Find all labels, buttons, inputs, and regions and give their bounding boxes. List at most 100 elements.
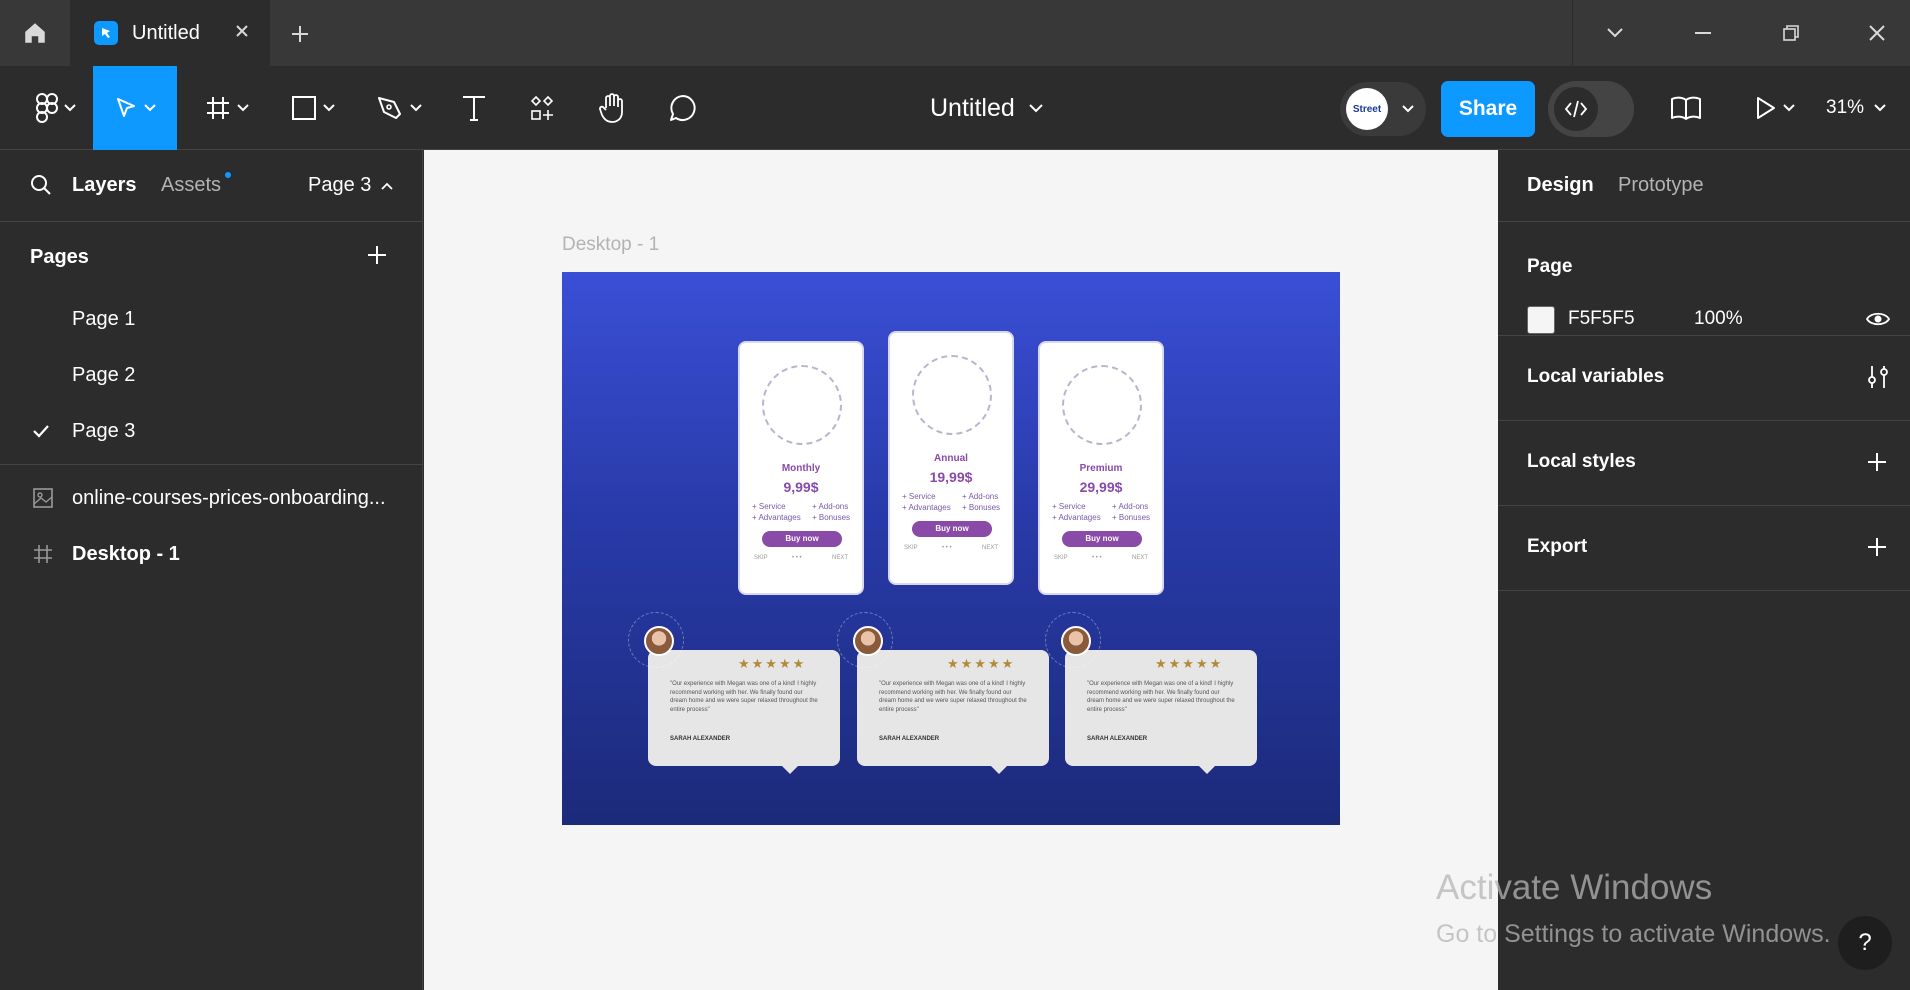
plan-feature: + Add-ons [812, 502, 849, 511]
code-icon [1554, 87, 1598, 131]
add-export-icon[interactable] [1866, 536, 1888, 563]
restore-button[interactable] [1748, 0, 1834, 66]
dev-mode-toggle[interactable] [1548, 81, 1634, 137]
course-illustration-icon [762, 365, 842, 445]
page-opacity[interactable]: 100% [1694, 308, 1743, 330]
local-variables-title: Local variables [1527, 366, 1665, 387]
pen-tool-button[interactable] [364, 66, 434, 150]
page-item-2[interactable]: Page 2 [0, 348, 422, 404]
local-variables-section[interactable]: Local variables [1498, 336, 1910, 421]
plan-feature: + Service [1052, 502, 1086, 511]
frame-tool-button[interactable] [192, 66, 262, 150]
layer-item-frame[interactable]: Desktop - 1 [0, 527, 422, 583]
tabs-dropdown-button[interactable] [1572, 0, 1658, 66]
desktop-frame[interactable]: Monthly 9,99$ + Service + Advantages + Ad… [562, 272, 1340, 825]
figma-app: Untitled Untitled Street Share 31% Layer… [0, 0, 1910, 990]
share-button[interactable]: Share [1441, 81, 1535, 137]
right-panel-tabs: Design Prototype [1498, 150, 1910, 222]
plan-feature: + Bonuses [962, 503, 1001, 512]
page-color-swatch[interactable] [1527, 306, 1555, 334]
plan-name: Premium [1079, 463, 1123, 474]
divider [0, 464, 422, 465]
plan-feature: + Add-ons [962, 492, 999, 501]
library-button[interactable] [1656, 66, 1716, 150]
layer-item-image[interactable]: online-courses-prices-onboarding... [0, 471, 422, 527]
frame-icon [207, 97, 229, 119]
comment-tool-button[interactable] [650, 66, 716, 150]
document-title[interactable]: Untitled [930, 66, 1043, 150]
course-illustration-icon [912, 355, 992, 435]
chevron-down-icon [1607, 28, 1623, 38]
tab-design[interactable]: Design [1527, 174, 1594, 197]
toolbar: Untitled Street Share 31% [0, 66, 1910, 150]
present-button[interactable] [1740, 66, 1810, 150]
left-panel: Layers Assets Page 3 Pages Page 1 Page 2… [0, 150, 423, 990]
search-icon[interactable] [30, 174, 52, 201]
testimonial-avatar-badge [837, 612, 893, 668]
pages-header: Pages [0, 222, 422, 292]
page-item-3[interactable]: Page 3 [0, 404, 422, 460]
plan-price: 29,99$ [1079, 479, 1123, 495]
speech-tail [989, 764, 1009, 774]
testimonial-quote: "Our experience with Megan was one of a … [879, 681, 1027, 713]
image-icon [32, 487, 54, 515]
speech-tail [1197, 764, 1217, 774]
multiplayer-button[interactable]: Street [1340, 82, 1426, 136]
layer-label: Desktop - 1 [72, 543, 180, 565]
testimonial-author: SARAH ALEXANDER [670, 736, 731, 742]
plan-feature: + Bonuses [812, 513, 851, 522]
plan-name: Annual [934, 453, 968, 464]
activate-windows-title: Activate Windows [1436, 868, 1713, 907]
canvas[interactable]: Desktop - 1 Monthly 9,99$ + Service + Adv… [424, 150, 1498, 990]
plan-card-annual: Annual 19,99$ + Service + Advantages + Ad… [888, 331, 1014, 585]
shape-tool-button[interactable] [278, 66, 348, 150]
plan-feature: + Bonuses [1112, 513, 1151, 522]
zoom-dropdown[interactable]: 31% [1826, 66, 1886, 150]
home-button[interactable] [0, 0, 70, 66]
variables-icon[interactable] [1866, 364, 1890, 395]
plan-card-monthly: Monthly 9,99$ + Service + Advantages + Ad… [738, 341, 864, 595]
play-icon [1757, 97, 1775, 119]
local-styles-title: Local styles [1527, 451, 1636, 472]
close-window-button[interactable] [1834, 0, 1910, 66]
move-tool-button[interactable] [93, 66, 177, 150]
pager-dots: • • • [1092, 555, 1102, 561]
page-section-title: Page [1527, 256, 1573, 277]
add-style-icon[interactable] [1866, 451, 1888, 478]
testimonial-author: SARAH ALEXANDER [1087, 736, 1148, 742]
text-tool-button[interactable] [444, 66, 504, 150]
close-tab-icon[interactable] [234, 22, 250, 45]
hand-tool-button[interactable] [580, 66, 646, 150]
plan-feature: + Service [902, 492, 936, 501]
eye-icon[interactable] [1865, 310, 1891, 333]
avatar-text: Street [1352, 103, 1382, 115]
pager-dots: • • • [942, 545, 952, 551]
page-item-1[interactable]: Page 1 [0, 292, 422, 348]
page-color-hex[interactable]: F5F5F5 [1568, 308, 1635, 330]
layer-label: online-courses-prices-onboarding... [72, 487, 386, 509]
figma-logo-icon [36, 93, 58, 123]
minimize-button[interactable] [1660, 0, 1746, 66]
next-label: NEXT [832, 555, 849, 561]
course-illustration-icon [1062, 365, 1142, 445]
close-icon [1869, 25, 1885, 41]
comment-icon [670, 95, 696, 121]
page-selector[interactable]: Page 3 [308, 174, 394, 197]
tab-layers[interactable]: Layers [72, 174, 137, 197]
pager-dots: • • • [792, 555, 802, 561]
hand-icon [599, 93, 623, 123]
file-tab[interactable]: Untitled [70, 0, 270, 66]
skip-label: SKIP [754, 555, 768, 561]
avatar: Street [1346, 88, 1388, 130]
tab-prototype[interactable]: Prototype [1618, 174, 1704, 197]
help-button[interactable]: ? [1838, 916, 1892, 970]
add-page-icon[interactable] [366, 244, 388, 271]
components-tool-button[interactable] [512, 66, 572, 150]
plan-feature: + Add-ons [1112, 502, 1149, 511]
page-section: Page F5F5F5 100% [1498, 222, 1910, 336]
main-menu-button[interactable] [16, 66, 96, 150]
new-tab-button[interactable] [280, 14, 320, 54]
tab-assets[interactable]: Assets [161, 174, 221, 197]
frame-label[interactable]: Desktop - 1 [562, 234, 659, 256]
text-icon [463, 96, 485, 121]
